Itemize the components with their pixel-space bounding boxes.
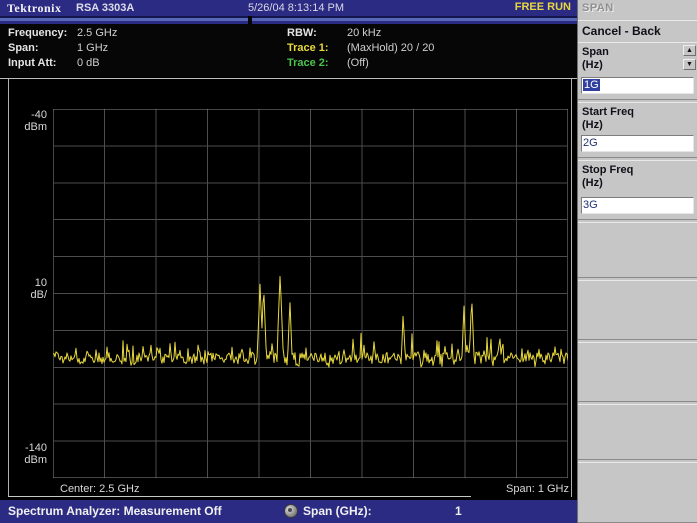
datetime: 5/26/04 8:13:14 PM <box>248 2 344 14</box>
input-att-label: Input Att: <box>8 57 56 69</box>
knob-icon <box>284 504 298 518</box>
start-freq-input-value: 2G <box>583 137 598 149</box>
span-value: 1 GHz <box>77 42 108 54</box>
menu-item-start-freq[interactable]: Start Freq (Hz) 2G <box>578 102 697 158</box>
span-label: Span: <box>8 42 39 54</box>
ref-level-label: -40dBm <box>5 109 47 133</box>
frequency-value: 2.5 GHz <box>77 27 117 39</box>
scale-label: 10dB/ <box>5 277 47 301</box>
titlebar-divider <box>0 16 577 24</box>
menu-title: SPAN <box>582 2 614 14</box>
knob-assignment-value: 1 <box>455 504 462 518</box>
knob-assignment-label: Span (GHz): <box>303 504 372 518</box>
menu-item-start-freq-label: Start Freq <box>582 106 695 119</box>
menu-slot-empty-5 <box>578 462 697 523</box>
display-border-bottom <box>8 496 471 497</box>
menu-item-span-unit: (Hz) <box>582 59 695 72</box>
arrow-up-icon: ▲ <box>686 47 693 54</box>
bottom-level-label: -140dBm <box>5 442 47 466</box>
menu-slot-empty-2 <box>578 280 697 340</box>
menu-item-stop-freq-unit: (Hz) <box>582 177 695 190</box>
arrow-down-icon: ▼ <box>686 61 693 68</box>
brand-logo: Tektronix <box>7 1 62 16</box>
rbw-value: 20 kHz <box>347 27 381 39</box>
trace1-value: (MaxHold) 20 / 20 <box>347 42 434 54</box>
trigger-status: FREE RUN <box>515 1 571 13</box>
menu-item-stop-freq-label: Stop Freq <box>582 164 695 177</box>
menu-item-start-freq-unit: (Hz) <box>582 119 695 132</box>
divider-segment-right <box>252 16 577 24</box>
spectrum-plot <box>53 109 568 478</box>
frequency-label: Frequency: <box>8 27 67 39</box>
span-spinner: ▲ ▼ <box>683 45 696 73</box>
spinner-down-button[interactable]: ▼ <box>683 59 696 70</box>
input-att-value: 0 dB <box>77 57 100 69</box>
spectrum-display: -40dBm 10dB/ -140dBm Center: 2.5 GHz Spa… <box>0 78 577 497</box>
span-input[interactable]: 1G <box>581 77 694 94</box>
softkey-menu: SPAN Cancel - Back Span (Hz) ▲ ▼ 1G Star… <box>577 0 697 523</box>
model-number: RSA 3303A <box>76 2 134 14</box>
divider-segment-left <box>0 16 248 24</box>
stop-freq-input[interactable]: 3G <box>581 197 694 214</box>
menu-item-span-label: Span <box>582 46 695 59</box>
stop-freq-input-value: 3G <box>583 199 598 211</box>
start-freq-input[interactable]: 2G <box>581 135 694 152</box>
menu-slot-empty-3 <box>578 342 697 402</box>
graticule-grid <box>53 109 568 478</box>
cancel-back-button[interactable]: Cancel - Back <box>578 20 697 40</box>
mode-status: Spectrum Analyzer: Measurement Off <box>8 504 222 518</box>
settings-readout: Frequency: 2.5 GHz Span: 1 GHz Input Att… <box>0 24 577 77</box>
menu-item-stop-freq[interactable]: Stop Freq (Hz) 3G <box>578 160 697 220</box>
center-freq-label: Center: 2.5 GHz <box>60 483 139 495</box>
status-bar: Spectrum Analyzer: Measurement Off Span … <box>0 500 577 523</box>
trace2-label: Trace 2: <box>287 57 329 69</box>
title-bar: Tektronix RSA 3303A 5/26/04 8:13:14 PM F… <box>0 0 577 16</box>
trace1-label: Trace 1: <box>287 42 329 54</box>
span-input-value: 1G <box>583 79 600 91</box>
menu-item-span[interactable]: Span (Hz) ▲ ▼ 1G <box>578 42 697 100</box>
span-readout-label: Span: 1 GHz <box>506 483 569 495</box>
menu-slot-empty-4 <box>578 404 697 460</box>
trace2-value: (Off) <box>347 57 369 69</box>
spinner-up-button[interactable]: ▲ <box>683 45 696 56</box>
menu-slot-empty-1 <box>578 222 697 278</box>
display-border-right <box>571 79 572 497</box>
rbw-label: RBW: <box>287 27 317 39</box>
instrument-screen: Tektronix RSA 3303A 5/26/04 8:13:14 PM F… <box>0 0 697 523</box>
